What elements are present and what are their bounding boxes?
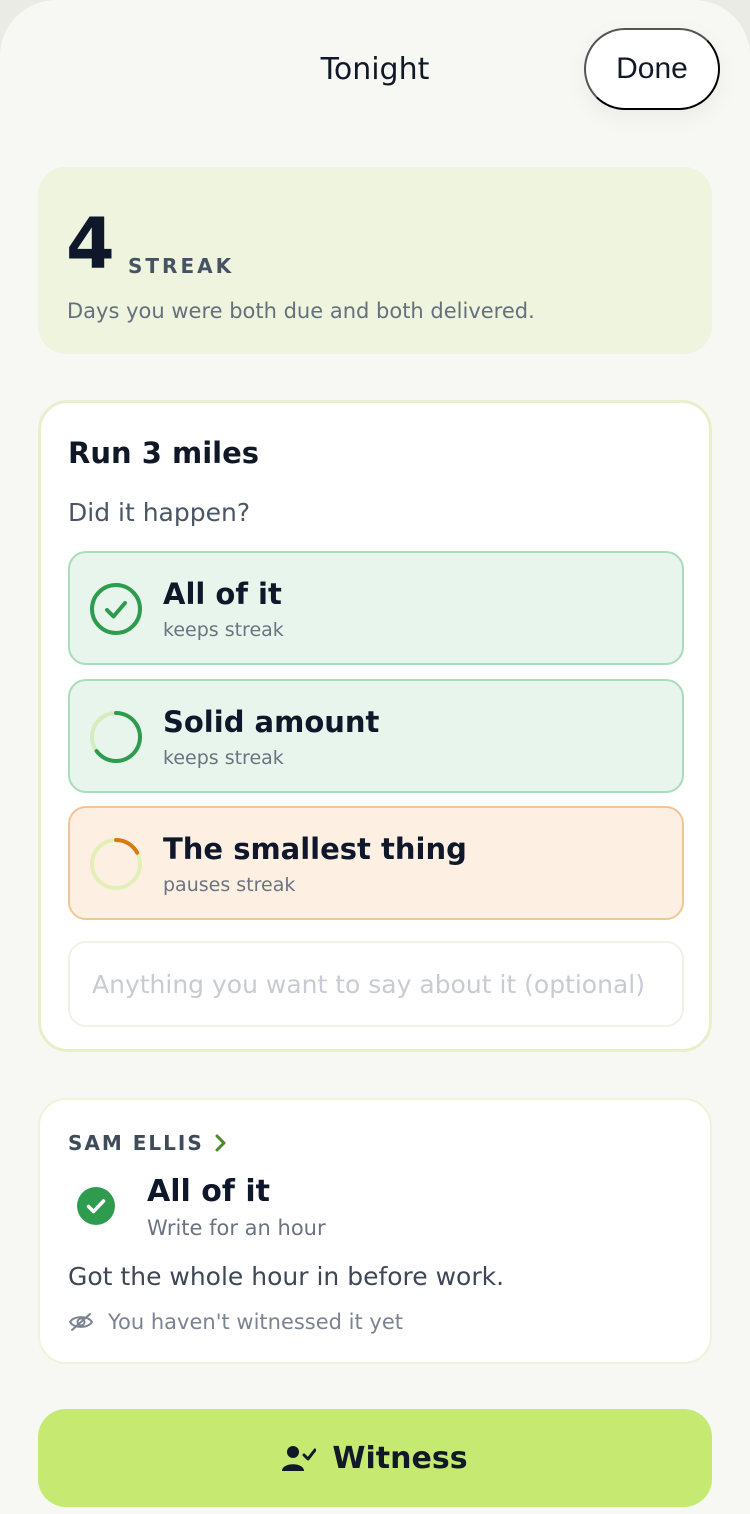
partner-name-link[interactable]: SAM ELLIS (68, 1131, 228, 1155)
partner-status: All of it (147, 1174, 270, 1209)
witness-label: Witness (332, 1440, 468, 1476)
partner-card: SAM ELLIS All of it Write for an hour Go… (38, 1098, 712, 1364)
check-circle-icon (90, 583, 142, 635)
partner-name: SAM ELLIS (68, 1131, 204, 1155)
note-input[interactable] (68, 941, 684, 1027)
witness-status-text: You haven't witnessed it yet (108, 1310, 403, 1334)
streak-card: 4 STREAK Days you were both due and both… (38, 167, 712, 354)
option-title: The smallest thing (163, 832, 467, 866)
option-subtitle: keeps streak (163, 619, 284, 641)
option-all-of-it[interactable]: All of it keeps streak (68, 551, 684, 665)
witness-button[interactable]: Witness (38, 1409, 712, 1507)
option-title: All of it (163, 577, 282, 611)
goal-card: Run 3 miles Did it happen? All of it kee… (38, 400, 712, 1052)
user-check-icon (282, 1446, 317, 1471)
option-title: Solid amount (163, 705, 380, 739)
streak-count: 4 (66, 203, 115, 285)
option-subtitle: pauses streak (163, 874, 296, 896)
option-smallest-thing[interactable]: The smallest thing pauses streak (68, 806, 684, 920)
sheet: Tonight Done 4 STREAK Days you were both… (0, 0, 750, 1514)
witness-status: You haven't witnessed it yet (68, 1310, 403, 1334)
check-filled-icon (77, 1187, 115, 1225)
partial-ring-icon (90, 837, 142, 890)
goal-question: Did it happen? (68, 498, 251, 527)
goal-title: Run 3 miles (68, 436, 260, 470)
done-button[interactable]: Done (584, 28, 720, 110)
partner-goal: Write for an hour (147, 1216, 326, 1240)
eye-off-icon (68, 1313, 94, 1331)
streak-description: Days you were both due and both delivere… (67, 299, 535, 323)
chevron-right-icon (215, 1134, 226, 1152)
streak-label: STREAK (128, 254, 235, 278)
progress-ring-icon (90, 711, 142, 763)
partner-note: Got the whole hour in before work. (68, 1262, 505, 1291)
option-solid-amount[interactable]: Solid amount keeps streak (68, 679, 684, 793)
option-subtitle: keeps streak (163, 747, 284, 769)
